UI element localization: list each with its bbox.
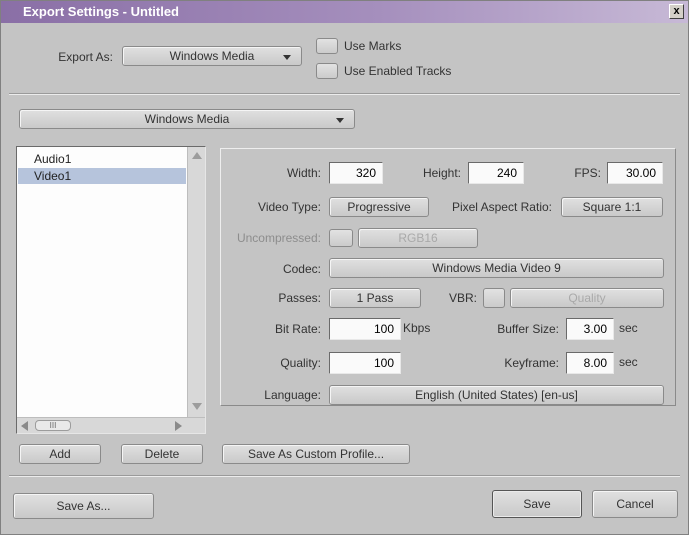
export-settings-window: Export Settings - Untitled x Export As: …	[0, 0, 689, 535]
separator-bottom	[9, 475, 680, 477]
quality-label: Quality:	[280, 356, 321, 370]
video-type-label: Video Type:	[258, 200, 321, 214]
format-dropdown-value: Windows Media	[144, 112, 230, 126]
quality-field[interactable]: 100	[329, 352, 401, 374]
keyframe-unit: sec	[619, 355, 638, 369]
vertical-scrollbar[interactable]	[187, 147, 205, 417]
cancel-button[interactable]: Cancel	[592, 490, 678, 518]
horizontal-scroll-thumb[interactable]: III	[35, 420, 71, 431]
buffer-size-label: Buffer Size:	[497, 322, 559, 336]
buffer-size-unit: sec	[619, 321, 638, 335]
bitrate-unit: Kbps	[403, 321, 431, 335]
passes-button[interactable]: 1 Pass	[329, 288, 421, 308]
language-label: Language:	[264, 388, 321, 402]
track-list[interactable]: Audio1 Video1 III	[16, 146, 206, 434]
vbr-label: VBR:	[448, 291, 477, 305]
scroll-right-icon[interactable]	[175, 421, 182, 431]
uncompressed-checkbox[interactable]	[329, 229, 353, 247]
export-as-dropdown[interactable]: Windows Media	[122, 46, 302, 66]
title-bar[interactable]: Export Settings - Untitled x	[1, 1, 688, 23]
save-custom-profile-button[interactable]: Save As Custom Profile...	[222, 444, 410, 464]
list-item-audio1[interactable]: Audio1	[18, 151, 186, 167]
height-label: Height:	[422, 166, 461, 180]
format-dropdown[interactable]: Windows Media	[19, 109, 355, 129]
uncompressed-format-button[interactable]: RGB16	[358, 228, 478, 248]
add-button[interactable]: Add	[19, 444, 101, 464]
scroll-left-icon[interactable]	[21, 421, 28, 431]
vbr-checkbox[interactable]	[483, 288, 505, 308]
width-label: Width:	[286, 166, 321, 180]
vbr-mode-button[interactable]: Quality	[510, 288, 664, 308]
export-as-label: Export As:	[58, 50, 113, 64]
horizontal-scrollbar[interactable]: III	[17, 417, 205, 433]
window-title: Export Settings - Untitled	[23, 4, 179, 19]
scroll-up-icon[interactable]	[192, 152, 202, 159]
video-type-button[interactable]: Progressive	[329, 197, 429, 217]
use-marks-checkbox[interactable]	[316, 38, 338, 54]
language-button[interactable]: English (United States) [en-us]	[329, 385, 664, 405]
delete-button[interactable]: Delete	[121, 444, 203, 464]
codec-button[interactable]: Windows Media Video 9	[329, 258, 664, 278]
export-as-value: Windows Media	[169, 49, 255, 63]
save-as-button[interactable]: Save As...	[13, 493, 154, 519]
separator	[9, 93, 680, 95]
list-item-video1[interactable]: Video1	[18, 168, 186, 184]
scroll-down-icon[interactable]	[192, 403, 202, 410]
bitrate-label: Bit Rate:	[274, 322, 321, 336]
height-field[interactable]: 240	[468, 162, 524, 184]
use-marks-label: Use Marks	[344, 39, 402, 53]
uncompressed-label: Uncompressed:	[236, 231, 321, 245]
keyframe-field[interactable]: 8.00	[566, 352, 614, 374]
bitrate-field[interactable]: 100	[329, 318, 401, 340]
pixel-aspect-button[interactable]: Square 1:1	[561, 197, 663, 217]
pixel-aspect-label: Pixel Aspect Ratio:	[451, 200, 552, 214]
width-field[interactable]: 320	[329, 162, 383, 184]
use-enabled-tracks-label: Use Enabled Tracks	[344, 64, 452, 78]
buffer-size-field[interactable]: 3.00	[566, 318, 614, 340]
close-icon[interactable]: x	[669, 4, 684, 19]
passes-label: Passes:	[278, 291, 321, 305]
use-enabled-tracks-checkbox[interactable]	[316, 63, 338, 79]
codec-label: Codec:	[282, 262, 321, 276]
fps-field[interactable]: 30.00	[607, 162, 663, 184]
fps-label: FPS:	[574, 166, 601, 180]
save-button[interactable]: Save	[492, 490, 582, 518]
keyframe-label: Keyframe:	[504, 356, 559, 370]
